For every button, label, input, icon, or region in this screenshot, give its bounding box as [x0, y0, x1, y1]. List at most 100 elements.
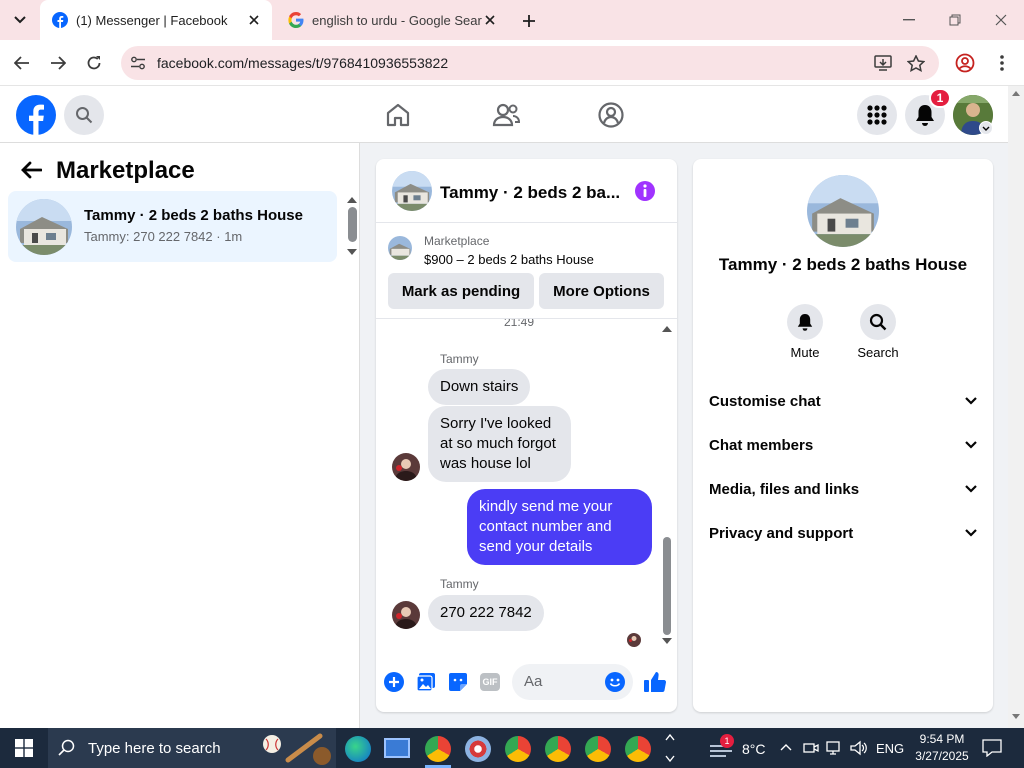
input-language[interactable]: ENG	[876, 741, 904, 756]
install-app-icon[interactable]	[873, 54, 893, 72]
search-icon	[869, 313, 887, 331]
address-bar[interactable]: facebook.com/messages/t/9768410936553822	[121, 46, 939, 80]
sticker-icon	[449, 673, 467, 691]
menu-button[interactable]	[857, 95, 897, 135]
bookmark-star-icon[interactable]	[906, 54, 926, 72]
search-label: Search	[857, 345, 899, 360]
notification-center-icon[interactable]	[982, 739, 1002, 757]
groups-nav-button[interactable]	[597, 101, 625, 129]
list-scrollbar-thumb[interactable]	[348, 207, 357, 242]
facebook-header: 1	[0, 86, 1008, 143]
listing-thumbnail[interactable]	[388, 236, 412, 260]
start-button[interactable]	[0, 728, 48, 768]
message-composer: GIF Aa	[376, 662, 677, 702]
incoming-message[interactable]: Sorry I've looked at so much forgot was …	[428, 406, 571, 482]
tab-search-button[interactable]	[8, 8, 32, 32]
chrome-profile-taskbar-icon[interactable]	[585, 736, 611, 762]
chat-members-row[interactable]: Chat members	[709, 433, 977, 457]
grid-menu-icon	[867, 105, 887, 125]
info-title: Tammy · 2 beds 2 baths House	[718, 255, 968, 274]
edge-taskbar-icon[interactable]	[345, 736, 371, 762]
facebook-logo-icon[interactable]	[16, 95, 56, 135]
chat-panel: Tammy · 2 beds 2 ba... Marketplace $900 …	[376, 159, 677, 712]
privacy-support-row[interactable]: Privacy and support	[709, 521, 977, 545]
site-info-icon[interactable]	[129, 54, 147, 72]
scroll-up-icon[interactable]	[347, 196, 357, 203]
conversation-item[interactable]: Tammy · 2 beds 2 baths House Tammy: 270 …	[8, 191, 337, 262]
mute-button[interactable]: Mute	[785, 304, 825, 364]
profile-icon[interactable]	[954, 52, 976, 74]
forward-button[interactable]	[46, 52, 70, 74]
arrow-right-icon	[51, 56, 66, 70]
sticker-button[interactable]	[448, 672, 468, 692]
reload-button[interactable]	[82, 52, 106, 74]
scroll-down-icon[interactable]	[662, 638, 672, 645]
chrome-profile-taskbar-icon[interactable]	[505, 736, 531, 762]
mark-as-pending-button[interactable]: Mark as pending	[388, 273, 534, 309]
chrome-profile-taskbar-icon[interactable]	[625, 736, 651, 762]
outgoing-message[interactable]: kindly send me your contact number and s…	[467, 489, 652, 565]
tab-close-icon[interactable]	[246, 12, 262, 28]
account-chevron-icon[interactable]	[979, 121, 993, 135]
message-input[interactable]: Aa	[512, 664, 633, 700]
friends-nav-button[interactable]	[491, 101, 521, 129]
customise-chat-row[interactable]: Customise chat	[709, 389, 977, 413]
weather-temperature[interactable]: 8°C	[742, 741, 766, 757]
chat-title[interactable]: Tammy · 2 beds 2 ba...	[440, 183, 620, 203]
new-tab-button[interactable]	[518, 10, 540, 32]
more-options-button[interactable]: More Options	[539, 273, 664, 309]
taskbar-scroll-icon[interactable]	[665, 732, 675, 764]
attach-photo-button[interactable]	[416, 672, 436, 692]
tab-title: (1) Messenger | Facebook	[76, 12, 228, 28]
home-nav-button[interactable]	[384, 101, 412, 129]
search-in-conversation-button[interactable]: Search	[853, 304, 903, 364]
incoming-message[interactable]: Down stairs	[428, 369, 531, 405]
incoming-message[interactable]: 270 222 7842	[428, 595, 544, 631]
taskbar-search-box[interactable]: Type here to search	[48, 728, 336, 768]
chat-avatar[interactable]	[392, 171, 432, 211]
tab-google-search[interactable]: english to urdu - Google Search	[276, 0, 508, 40]
taskbar-search-placeholder: Type here to search	[88, 740, 221, 757]
restore-button[interactable]	[940, 6, 970, 34]
sender-avatar[interactable]	[392, 453, 420, 481]
browser-menu-icon[interactable]	[992, 52, 1012, 74]
search-button[interactable]	[64, 95, 104, 135]
clock[interactable]: 9:54 PM 3/27/2025	[914, 731, 970, 765]
more-actions-button[interactable]	[384, 672, 404, 692]
search-icon	[76, 107, 93, 124]
gif-button[interactable]: GIF	[480, 673, 500, 691]
back-to-chats-button[interactable]	[20, 161, 44, 183]
chat-scrollbar-thumb[interactable]	[663, 537, 671, 635]
scroll-down-icon[interactable]	[347, 249, 357, 256]
explorer-taskbar-icon[interactable]	[384, 738, 410, 758]
back-button[interactable]	[10, 52, 34, 74]
baseball-search-highlight-icon	[263, 733, 331, 765]
message-sender: Tammy	[440, 352, 479, 366]
emoji-button[interactable]	[605, 672, 625, 692]
page-scrollbar[interactable]	[1008, 86, 1024, 728]
volume-icon[interactable]	[850, 740, 868, 756]
meet-now-icon[interactable]	[803, 740, 819, 756]
facebook-favicon-icon	[52, 12, 68, 28]
scroll-up-icon	[1012, 91, 1020, 96]
paint-taskbar-icon[interactable]	[465, 736, 491, 762]
like-button[interactable]	[643, 670, 667, 694]
minimize-button[interactable]	[894, 6, 924, 34]
thumbs-up-icon	[644, 672, 667, 693]
message-input-placeholder: Aa	[524, 673, 543, 690]
chevron-up-icon[interactable]	[780, 743, 792, 751]
tab-messenger[interactable]: (1) Messenger | Facebook	[40, 0, 272, 40]
tab-close-icon[interactable]	[482, 12, 498, 28]
sender-avatar[interactable]	[392, 601, 420, 629]
info-avatar[interactable]	[807, 175, 879, 247]
panel-title: Marketplace	[56, 157, 195, 184]
media-files-links-row[interactable]: Media, files and links	[709, 477, 977, 501]
chrome-taskbar-icon[interactable]	[425, 736, 451, 762]
chrome-profile-taskbar-icon[interactable]	[545, 736, 571, 762]
scroll-down-icon	[1012, 714, 1020, 719]
scroll-up-icon[interactable]	[662, 325, 672, 332]
close-window-button[interactable]	[986, 6, 1016, 34]
listing-price-title[interactable]: $900 – 2 beds 2 baths House	[424, 252, 594, 267]
conversation-info-button[interactable]	[634, 180, 656, 202]
network-icon[interactable]	[826, 740, 844, 756]
